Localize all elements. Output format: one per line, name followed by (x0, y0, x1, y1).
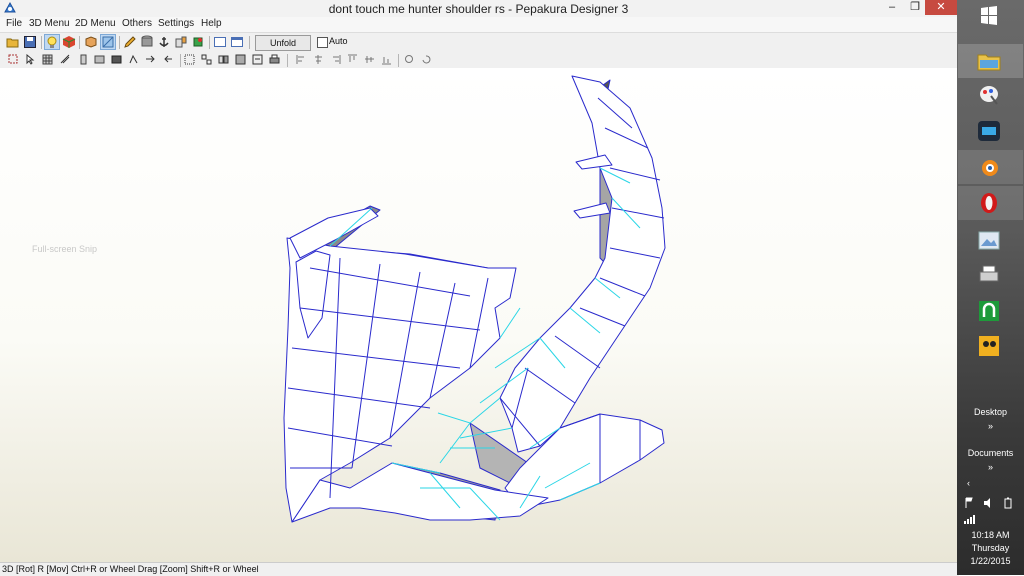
flag-icon[interactable] (965, 497, 973, 508)
show-hidden-icons-icon[interactable]: ‹ (935, 478, 1002, 488)
app-icon[interactable] (975, 118, 1003, 144)
tool-i-icon[interactable] (218, 54, 229, 65)
minimize-button[interactable]: – (880, 0, 904, 15)
resize-icon[interactable] (174, 35, 188, 49)
shoulder-mesh-model[interactable] (0, 68, 957, 562)
align-center-icon[interactable] (313, 54, 324, 65)
clock-day[interactable]: Thursday (957, 543, 1024, 553)
menu-2d[interactable]: 2D Menu (75, 18, 116, 29)
menu-bar: File 3D Menu 2D Menu Others Settings Hel… (0, 17, 957, 32)
tool-f-icon[interactable] (163, 54, 174, 65)
unfold-view-icon[interactable] (100, 34, 116, 50)
green-shape-icon[interactable] (191, 35, 205, 49)
printer-tool-icon[interactable] (269, 54, 280, 65)
window-split-icon[interactable] (230, 35, 244, 49)
system-tray (965, 497, 1012, 509)
align-bottom-icon[interactable] (381, 54, 392, 65)
clock-date[interactable]: 1/22/2015 (957, 556, 1024, 566)
align-right-icon[interactable] (330, 54, 341, 65)
printer-icon[interactable] (975, 262, 1003, 288)
pencil-icon[interactable] (123, 35, 137, 49)
cylinder-icon[interactable] (140, 35, 154, 49)
tool-j-icon[interactable] (235, 54, 246, 65)
menu-file[interactable]: File (6, 18, 22, 29)
camera-icon[interactable] (975, 333, 1003, 359)
tool-a-icon[interactable] (78, 54, 89, 65)
tool-b-icon[interactable] (94, 54, 105, 65)
photo-viewer-icon[interactable] (975, 228, 1003, 254)
texture-cube-icon[interactable] (62, 35, 76, 49)
menu-settings[interactable]: Settings (158, 18, 194, 29)
tool-d-icon[interactable] (128, 54, 139, 65)
tool-c-icon[interactable] (111, 54, 122, 65)
volume-icon[interactable] (984, 498, 990, 508)
window-single-icon[interactable] (213, 35, 227, 49)
windows-taskbar: Desktop » Documents » ‹ 10:18 AM Thursda… (957, 0, 1024, 575)
title-bar: dont touch me hunter shoulder rs - Pepak… (0, 0, 957, 17)
desktop-toolbar-label[interactable]: Desktop (957, 407, 1024, 417)
menu-3d[interactable]: 3D Menu (29, 18, 70, 29)
select-icon[interactable] (8, 54, 19, 65)
tool-h-icon[interactable] (201, 54, 212, 65)
paint-icon[interactable] (975, 82, 1003, 108)
tool-g-icon[interactable] (184, 54, 195, 65)
menu-help[interactable]: Help (201, 18, 222, 29)
lightbulb-icon[interactable] (44, 34, 60, 50)
network-signal-icon[interactable] (963, 514, 977, 524)
blender-icon[interactable] (975, 154, 1003, 180)
tool-e-icon[interactable] (145, 54, 156, 65)
move-icon[interactable] (60, 54, 71, 65)
anchor-icon[interactable] (157, 35, 171, 49)
auto-checkbox[interactable] (317, 37, 328, 48)
3d-viewport[interactable]: Full-screen Snip (0, 68, 957, 562)
menu-others[interactable]: Others (122, 18, 152, 29)
edit-toolbar (0, 51, 957, 69)
status-bar: 3D [Rot] R [Mov] Ctrl+R or Wheel Drag [Z… (0, 562, 959, 576)
documents-expand-icon[interactable]: » (957, 462, 1024, 472)
tool-k-icon[interactable] (252, 54, 263, 65)
documents-toolbar-label[interactable]: Documents (957, 448, 1024, 458)
close-button[interactable]: ✕ (925, 0, 957, 15)
open-folder-icon[interactable] (6, 35, 20, 49)
battery-icon[interactable] (1004, 497, 1012, 509)
auto-label: Auto (329, 36, 348, 46)
opera-icon[interactable] (975, 190, 1003, 216)
align-middle-icon[interactable] (364, 54, 375, 65)
save-icon[interactable] (23, 35, 37, 49)
grid-icon[interactable] (42, 54, 53, 65)
paint-box-icon[interactable] (84, 35, 98, 49)
rotate-icon[interactable] (421, 54, 432, 65)
pointer-icon[interactable] (25, 54, 36, 65)
clock-time[interactable]: 10:18 AM (957, 530, 1024, 540)
restore-button[interactable]: ❐ (903, 0, 927, 15)
main-toolbar: Unfold Auto (0, 32, 957, 52)
zoom-icon[interactable] (404, 54, 415, 65)
windows-start-icon[interactable] (975, 3, 1003, 29)
align-left-icon[interactable] (296, 54, 307, 65)
window-title: dont touch me hunter shoulder rs - Pepak… (328, 2, 629, 16)
align-top-icon[interactable] (347, 54, 358, 65)
file-explorer-icon[interactable] (975, 48, 1003, 74)
app-window: dont touch me hunter shoulder rs - Pepak… (0, 0, 959, 576)
desktop-expand-icon[interactable]: » (957, 421, 1024, 431)
app-green-icon[interactable] (975, 298, 1003, 324)
unfold-button[interactable]: Unfold (255, 35, 311, 51)
